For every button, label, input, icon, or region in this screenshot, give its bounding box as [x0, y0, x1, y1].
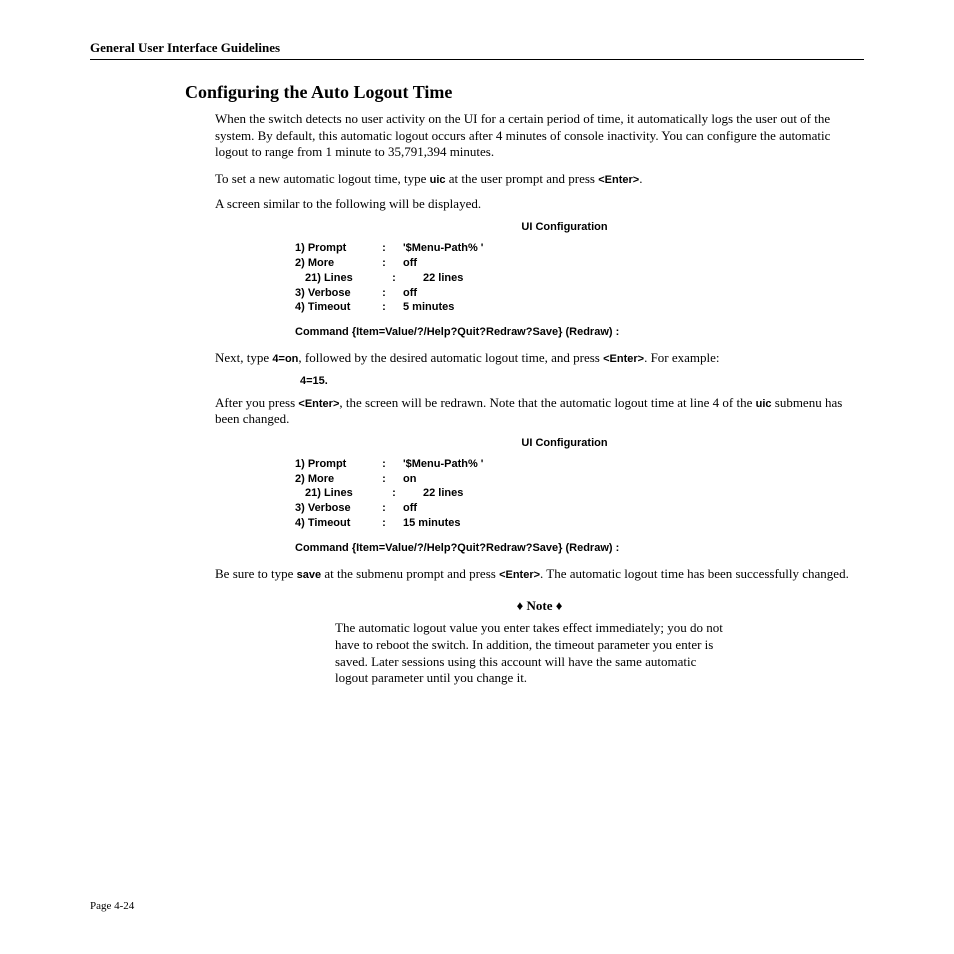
command-prompt: Command {Item=Value/?/Help?Quit?Redraw?S…	[295, 325, 864, 340]
text: When the switch detects no user activity…	[215, 111, 464, 126]
cfg-value: 15 minutes	[393, 516, 460, 531]
config-title: UI Configuration	[265, 436, 864, 451]
key-enter: <Enter>	[603, 353, 644, 365]
command-prompt: Command {Item=Value/?/Help?Quit?Redraw?S…	[295, 541, 864, 556]
text: , the screen will be redrawn. Note that …	[339, 395, 755, 410]
cfg-label: 21) Lines	[295, 271, 385, 286]
colon: :	[375, 472, 393, 487]
command-4on: 4=on	[272, 353, 298, 365]
cfg-value: off	[393, 256, 417, 271]
ui-abbrev: UI	[464, 111, 478, 126]
cfg-value: '$Menu-Path% '	[393, 457, 483, 472]
cfg-value: 5 minutes	[393, 300, 454, 315]
text: After you press	[215, 395, 298, 410]
key-enter: <Enter>	[499, 569, 540, 581]
paragraph-save: Be sure to type save at the submenu prom…	[215, 566, 864, 583]
colon: :	[375, 256, 393, 271]
cfg-value: '$Menu-Path% '	[393, 241, 483, 256]
paragraph-next-step: Next, type 4=on, followed by the desired…	[215, 350, 864, 367]
text: .	[639, 171, 642, 186]
text: at the submenu prompt and press	[321, 566, 499, 581]
cfg-value: off	[393, 286, 417, 301]
config-title: UI Configuration	[265, 220, 864, 235]
text: at the user prompt and press	[446, 171, 599, 186]
colon: :	[375, 286, 393, 301]
config-block-2: UI Configuration 1) Prompt:'$Menu-Path% …	[295, 436, 864, 556]
note-heading: ♦ Note ♦	[215, 598, 864, 614]
colon: :	[375, 501, 393, 516]
colon: :	[375, 457, 393, 472]
paragraph-after-enter: After you press <Enter>, the screen will…	[215, 395, 864, 428]
section-heading: Configuring the Auto Logout Time	[185, 82, 864, 103]
colon: :	[375, 300, 393, 315]
cfg-label: 4) Timeout	[295, 516, 375, 531]
example-command: 4=15.	[300, 375, 864, 387]
cfg-label: 3) Verbose	[295, 286, 375, 301]
cfg-label: 1) Prompt	[295, 241, 375, 256]
cfg-value: 22 lines	[403, 271, 463, 286]
colon: :	[375, 241, 393, 256]
note-body: The automatic logout value you enter tak…	[335, 620, 724, 687]
colon: :	[385, 271, 403, 286]
text: Next, type	[215, 350, 272, 365]
key-enter: <Enter>	[298, 398, 339, 410]
cfg-label: 1) Prompt	[295, 457, 375, 472]
cfg-label: 3) Verbose	[295, 501, 375, 516]
colon: :	[375, 516, 393, 531]
page-number: Page 4-24	[90, 900, 134, 912]
command-uic: uic	[756, 398, 772, 410]
cfg-label: 2) More	[295, 472, 375, 487]
paragraph-instruction: To set a new automatic logout time, type…	[215, 171, 864, 188]
colon: :	[385, 486, 403, 501]
command-uic: uic	[430, 174, 446, 186]
text: . The automatic logout time has been suc…	[540, 566, 849, 581]
text: . For example:	[644, 350, 719, 365]
cfg-value: on	[393, 472, 416, 487]
paragraph-intro: When the switch detects no user activity…	[215, 111, 864, 161]
cfg-value: 22 lines	[403, 486, 463, 501]
text: To set a new automatic logout time, type	[215, 171, 430, 186]
paragraph-screen-intro: A screen similar to the following will b…	[215, 196, 864, 213]
command-save: save	[297, 569, 321, 581]
config-block-1: UI Configuration 1) Prompt:'$Menu-Path% …	[295, 220, 864, 340]
cfg-value: off	[393, 501, 417, 516]
key-enter: <Enter>	[598, 174, 639, 186]
text: , followed by the desired automatic logo…	[298, 350, 603, 365]
text: Be sure to type	[215, 566, 297, 581]
cfg-label: 4) Timeout	[295, 300, 375, 315]
cfg-label: 2) More	[295, 256, 375, 271]
cfg-label: 21) Lines	[295, 486, 385, 501]
running-header: General User Interface Guidelines	[90, 40, 864, 60]
